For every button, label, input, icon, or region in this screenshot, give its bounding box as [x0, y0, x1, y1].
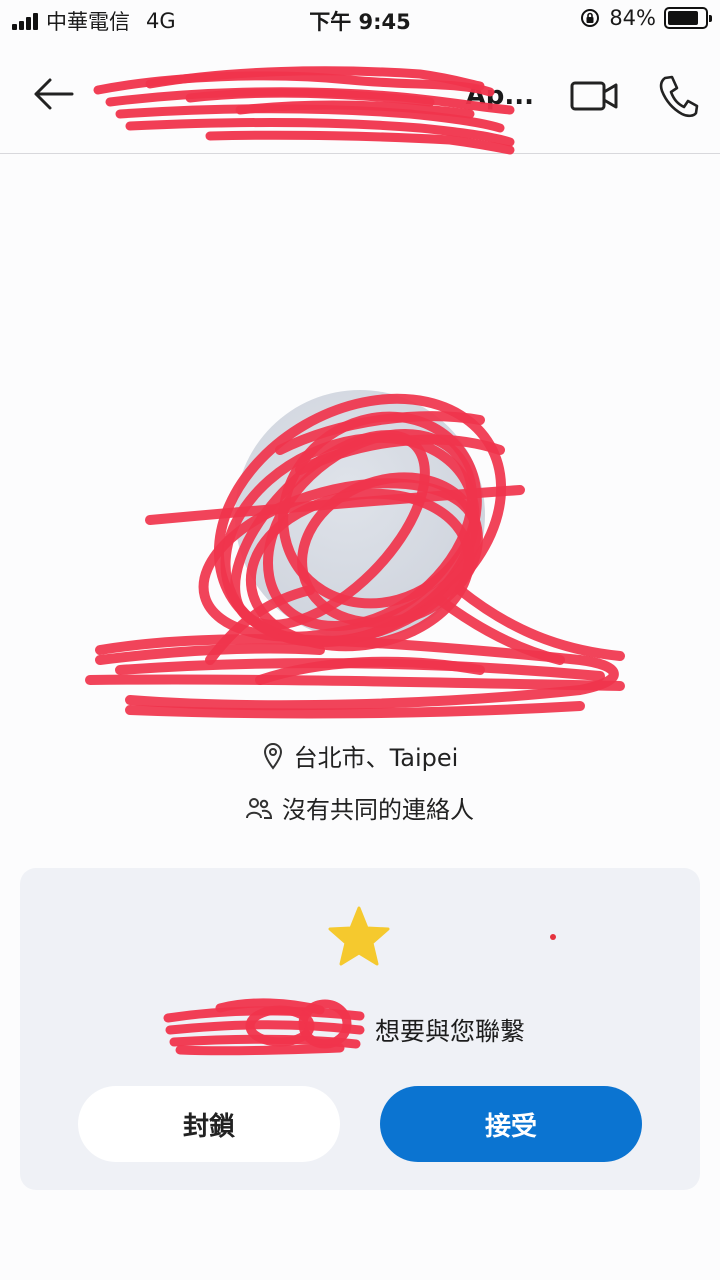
arrow-left-icon: [34, 78, 74, 110]
people-icon: [246, 797, 272, 819]
star-icon: [328, 906, 390, 966]
battery-icon: [664, 7, 712, 29]
profile-avatar: [235, 390, 485, 640]
accept-button[interactable]: 接受: [380, 1086, 642, 1162]
location-row: 台北市、Taipei: [0, 738, 720, 773]
sender-name: [195, 1018, 375, 1048]
rotation-lock-icon: [581, 9, 600, 27]
battery-percent: 84%: [609, 6, 656, 30]
phone-icon: [659, 75, 699, 118]
back-button[interactable]: [28, 74, 78, 114]
mutual-contacts-text: 沒有共同的連絡人: [282, 796, 474, 824]
contact-request-card: 想要與您聯繫 封鎖 接受: [20, 868, 700, 1190]
request-message: 想要與您聯繫: [20, 1012, 700, 1048]
voice-call-button[interactable]: [656, 72, 700, 120]
chat-header: Ap...: [0, 40, 720, 154]
video-call-button[interactable]: [568, 76, 622, 116]
chat-title: Ap...: [465, 81, 534, 111]
location-pin-icon: [263, 742, 282, 770]
request-message-text: 想要與您聯繫: [374, 1017, 525, 1046]
video-camera-icon: [570, 81, 618, 111]
notification-dot: [550, 934, 556, 940]
location-text: 台北市、Taipei: [293, 744, 459, 772]
mutual-contacts-row: 沒有共同的連絡人: [0, 790, 720, 825]
status-bar: 中華電信 4G 下午 9:45 84%: [0, 0, 720, 40]
block-button[interactable]: 封鎖: [78, 1086, 340, 1162]
